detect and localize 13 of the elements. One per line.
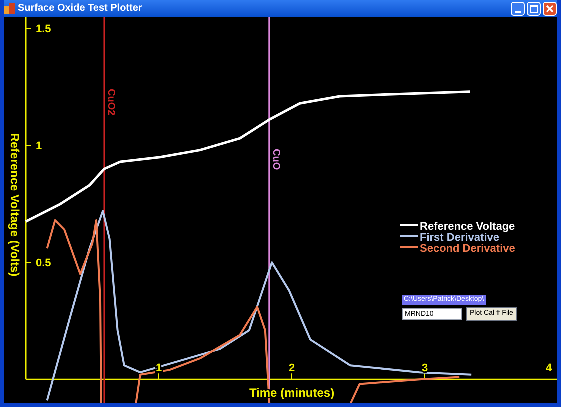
legend-label: Second Derivative [420, 244, 516, 255]
x-tick-label: 3 [422, 362, 428, 375]
y-tick-label: 0.5 [36, 258, 52, 270]
x-tick-label: 4 [546, 362, 552, 375]
marker-label: CuO2 [105, 89, 116, 116]
y-tick-label: 1 [36, 140, 42, 153]
x-tick-label: 2 [288, 362, 296, 375]
legend-label: First Derivative [420, 233, 500, 244]
y-tick-label: 1.5 [36, 24, 52, 36]
y-axis-title: Reference Voltage (Volts) [8, 133, 22, 277]
marker-label: CuO [270, 149, 282, 170]
legend-label: Reference Voltage [420, 222, 516, 233]
window-title: Surface Oxide Test Plotter [18, 2, 142, 16]
